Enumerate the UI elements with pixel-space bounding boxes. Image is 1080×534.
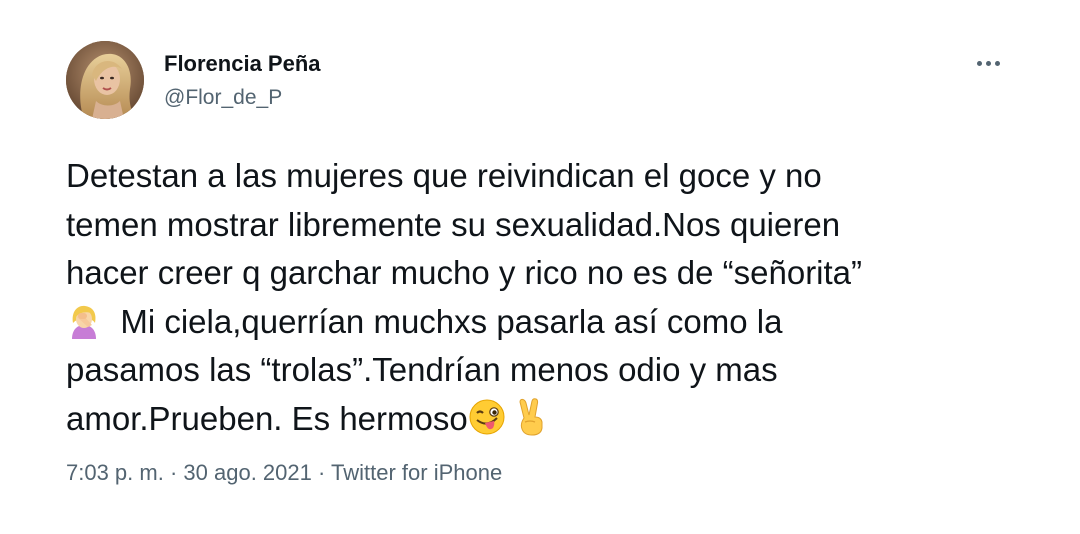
tweet-text-line: temen mostrar libremente su sexualidad.N… <box>66 205 841 243</box>
more-dot-icon <box>976 60 982 66</box>
separator: · <box>311 460 332 485</box>
avatar[interactable] <box>66 41 144 119</box>
tweet-text-line-with-emoji: Mi ciela,querrían muchxs pasarla así com… <box>66 298 1026 347</box>
author-display-name[interactable]: Florencia Peña <box>164 51 321 77</box>
tweet-text-segment: amor.Prueben. Es hermoso <box>66 399 468 437</box>
tweet-text-line: Detestan a las mujeres que reivindican e… <box>66 157 822 194</box>
avatar-image <box>66 41 144 119</box>
tweet-text-line-with-emoji: amor.Prueben. Es hermoso <box>66 395 1026 444</box>
more-dot-icon <box>985 60 991 66</box>
tweet-text-line: hacer creer q garchar mucho y rico no es… <box>66 254 863 291</box>
tweet-text: Detestan a las mujeres que reivindican e… <box>66 152 1026 443</box>
tweet-text-line: pasamos las “trolas”.Tendrían menos odio… <box>66 351 778 388</box>
tweet-text-segment: Mi ciela,querrían muchxs pasarla así com… <box>120 302 783 340</box>
author-handle[interactable]: @Flor_de_P <box>164 86 282 110</box>
victory-hand-icon <box>515 397 547 450</box>
more-options-button[interactable] <box>968 48 1008 78</box>
tweet-date[interactable]: 30 ago. 2021 <box>183 460 311 485</box>
tweet-card: Florencia Peña @Flor_de_P Detestan a las… <box>0 0 1080 534</box>
woman-facepalming-icon <box>66 303 102 353</box>
more-dot-icon <box>994 60 1000 66</box>
tweet-source[interactable]: Twitter for iPhone <box>331 460 502 485</box>
tweet-time[interactable]: 7:03 p. m. <box>66 460 164 485</box>
separator: · <box>163 460 184 485</box>
winking-face-with-tongue-icon <box>468 398 506 450</box>
tweet-metadata: 7:03 p. m. · 30 ago. 2021 · Twitter for … <box>66 460 502 486</box>
